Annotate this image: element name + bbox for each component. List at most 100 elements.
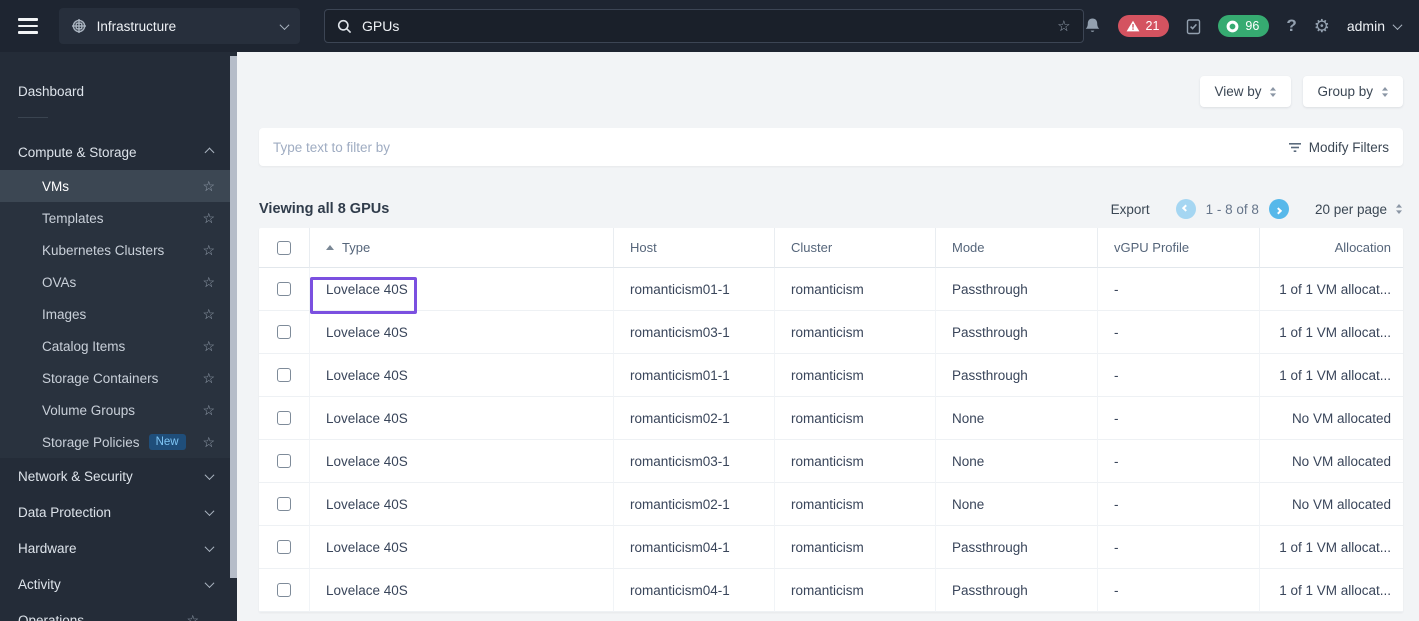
sidebar-scrollbar[interactable] bbox=[230, 56, 237, 578]
cell-type[interactable]: Lovelace 40S bbox=[310, 483, 614, 526]
sidebar-item-images[interactable]: Images ☆ bbox=[0, 298, 237, 330]
sidebar-item-storage-containers[interactable]: Storage Containers ☆ bbox=[0, 362, 237, 394]
cell-vgpu-profile: - bbox=[1098, 268, 1260, 311]
sidebar-item-label: Catalog Items bbox=[42, 338, 126, 354]
column-header-allocation[interactable]: Allocation bbox=[1260, 228, 1403, 268]
cell-cluster: romanticism bbox=[775, 440, 936, 483]
sidebar-section-data-protection[interactable]: Data Protection bbox=[0, 494, 237, 530]
favorite-star-icon[interactable]: ☆ bbox=[202, 211, 215, 225]
bell-icon[interactable] bbox=[1084, 17, 1101, 35]
favorite-star-icon[interactable]: ☆ bbox=[202, 403, 215, 417]
column-header-type[interactable]: Type bbox=[310, 228, 614, 268]
sidebar-section-compute-storage[interactable]: Compute & Storage bbox=[0, 134, 237, 170]
row-checkbox[interactable] bbox=[277, 454, 291, 468]
cell-type[interactable]: Lovelace 40S bbox=[310, 440, 614, 483]
table-row[interactable]: Lovelace 40S romanticism04-1 romanticism… bbox=[259, 569, 1403, 612]
favorite-star-icon[interactable]: ☆ bbox=[202, 371, 215, 385]
cell-host: romanticism02-1 bbox=[614, 397, 775, 440]
cell-mode: Passthrough bbox=[936, 354, 1098, 397]
view-controls: View by Group by bbox=[259, 76, 1403, 107]
cell-mode: Passthrough bbox=[936, 268, 1098, 311]
row-checkbox[interactable] bbox=[277, 540, 291, 554]
cell-host: romanticism04-1 bbox=[614, 569, 775, 612]
app-switcher-dropdown[interactable]: Infrastructure bbox=[58, 8, 300, 44]
row-checkbox[interactable] bbox=[277, 497, 291, 511]
row-checkbox[interactable] bbox=[277, 583, 291, 597]
prev-page-button[interactable] bbox=[1175, 199, 1196, 219]
tasks-badge[interactable]: 96 bbox=[1218, 15, 1270, 37]
table-row[interactable]: Lovelace 40S romanticism03-1 romanticism… bbox=[259, 311, 1403, 354]
cell-type[interactable]: Lovelace 40S bbox=[310, 569, 614, 612]
row-checkbox[interactable] bbox=[277, 411, 291, 425]
sidebar-item-label: Templates bbox=[42, 210, 104, 226]
cell-type[interactable]: Lovelace 40S bbox=[310, 311, 614, 354]
cell-type[interactable]: Lovelace 40S bbox=[310, 268, 614, 311]
global-search-input[interactable]: GPUs ☆ bbox=[324, 9, 1084, 43]
filter-bar[interactable]: Type text to filter by Modify Filters bbox=[259, 128, 1403, 166]
cell-allocation: 1 of 1 VM allocat... bbox=[1260, 569, 1403, 612]
view-by-button[interactable]: View by bbox=[1200, 76, 1292, 107]
sidebar-section-activity[interactable]: Activity bbox=[0, 566, 237, 602]
export-button[interactable]: Export bbox=[1111, 202, 1150, 217]
next-page-button[interactable] bbox=[1268, 199, 1289, 219]
page-title: Viewing all 8 GPUs bbox=[259, 201, 390, 217]
sidebar-item-dashboard[interactable]: Dashboard bbox=[0, 74, 237, 108]
group-by-button[interactable]: Group by bbox=[1303, 76, 1403, 107]
select-all-checkbox[interactable] bbox=[277, 240, 291, 255]
table-row[interactable]: Lovelace 40S romanticism03-1 romanticism… bbox=[259, 440, 1403, 483]
chevron-down-icon bbox=[1392, 19, 1403, 30]
cell-host: romanticism01-1 bbox=[614, 268, 775, 311]
sidebar-item-catalog-items[interactable]: Catalog Items ☆ bbox=[0, 330, 237, 362]
sidebar-section-network-security[interactable]: Network & Security bbox=[0, 458, 237, 494]
main-content: View by Group by Type text to filter by bbox=[237, 52, 1419, 621]
favorite-star-icon[interactable]: ☆ bbox=[202, 435, 215, 449]
column-header-vgpu-profile[interactable]: vGPU Profile bbox=[1098, 228, 1260, 268]
favorite-star-icon[interactable]: ☆ bbox=[202, 179, 215, 193]
sidebar-section-hardware[interactable]: Hardware bbox=[0, 530, 237, 566]
help-icon[interactable]: ? bbox=[1286, 16, 1296, 36]
table-row[interactable]: Lovelace 40S romanticism01-1 romanticism… bbox=[259, 354, 1403, 397]
cell-cluster: romanticism bbox=[775, 483, 936, 526]
alerts-badge[interactable]: 21 bbox=[1117, 15, 1170, 37]
tasks-icon[interactable] bbox=[1186, 18, 1201, 35]
favorite-star-icon[interactable]: ☆ bbox=[186, 613, 199, 621]
warning-triangle-icon bbox=[1126, 20, 1139, 32]
cell-type[interactable]: Lovelace 40S bbox=[310, 397, 614, 440]
cell-type[interactable]: Lovelace 40S bbox=[310, 526, 614, 569]
compute-storage-submenu: VMs ☆ Templates ☆ Kubernetes Clusters ☆ … bbox=[0, 170, 237, 458]
sidebar-item-ovas[interactable]: OVAs ☆ bbox=[0, 266, 237, 298]
row-checkbox[interactable] bbox=[277, 368, 291, 382]
chevron-up-icon bbox=[204, 147, 215, 157]
sidebar-item-templates[interactable]: Templates ☆ bbox=[0, 202, 237, 234]
sort-ascending-icon bbox=[326, 245, 334, 250]
per-page-selector[interactable]: 20 per page bbox=[1315, 202, 1403, 217]
favorite-search-icon[interactable]: ☆ bbox=[1057, 19, 1070, 34]
sidebar-item-storage-policies[interactable]: Storage Policies New ☆ bbox=[0, 426, 237, 458]
gear-icon[interactable]: ⚙ bbox=[1314, 16, 1330, 37]
section-label: Activity bbox=[18, 576, 61, 592]
cell-type[interactable]: Lovelace 40S bbox=[310, 354, 614, 397]
filter-input[interactable]: Type text to filter by bbox=[273, 140, 390, 155]
per-page-label: 20 per page bbox=[1314, 201, 1387, 217]
table-row[interactable]: Lovelace 40S romanticism04-1 romanticism… bbox=[259, 526, 1403, 569]
table-row[interactable]: Lovelace 40S romanticism02-1 romanticism… bbox=[259, 397, 1403, 440]
favorite-star-icon[interactable]: ☆ bbox=[202, 243, 215, 257]
group-by-label: Group by bbox=[1317, 84, 1373, 99]
favorite-star-icon[interactable]: ☆ bbox=[202, 275, 215, 289]
row-checkbox[interactable] bbox=[277, 282, 291, 296]
user-menu[interactable]: admin bbox=[1347, 18, 1403, 34]
modify-filters-button[interactable]: Modify Filters bbox=[1288, 140, 1389, 155]
column-header-host[interactable]: Host bbox=[614, 228, 775, 268]
column-header-mode[interactable]: Mode bbox=[936, 228, 1098, 268]
sidebar-item-vms[interactable]: VMs ☆ bbox=[0, 170, 237, 202]
row-checkbox[interactable] bbox=[277, 325, 291, 339]
sidebar-item-volume-groups[interactable]: Volume Groups ☆ bbox=[0, 394, 237, 426]
favorite-star-icon[interactable]: ☆ bbox=[202, 339, 215, 353]
sidebar-item-kubernetes-clusters[interactable]: Kubernetes Clusters ☆ bbox=[0, 234, 237, 266]
sidebar-item-operations[interactable]: Operations ☆ bbox=[0, 602, 237, 621]
table-row[interactable]: Lovelace 40S romanticism02-1 romanticism… bbox=[259, 483, 1403, 526]
hamburger-menu-button[interactable] bbox=[18, 18, 38, 34]
favorite-star-icon[interactable]: ☆ bbox=[202, 307, 215, 321]
column-header-cluster[interactable]: Cluster bbox=[775, 228, 936, 268]
table-row[interactable]: Lovelace 40S romanticism01-1 romanticism… bbox=[259, 268, 1403, 311]
